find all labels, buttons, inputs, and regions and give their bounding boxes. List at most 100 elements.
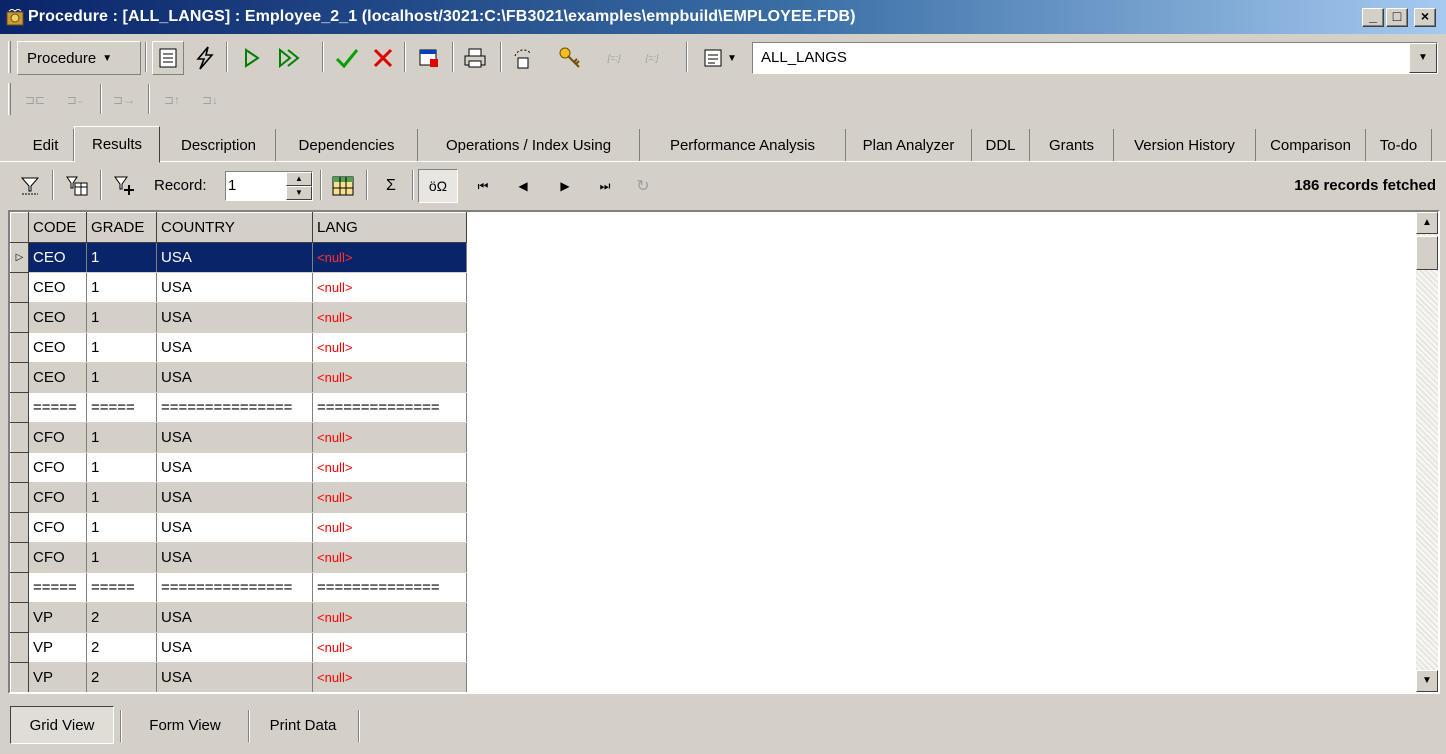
row-indicator[interactable] [10,362,29,393]
last-record-button[interactable]: ⏭ [592,169,618,203]
cell-country[interactable]: USA [156,632,313,663]
minimize-button[interactable]: _ [1362,8,1384,27]
cell-code[interactable]: ===== [28,392,87,423]
tab-comparison[interactable]: Comparison [1256,129,1366,161]
tab-ddl[interactable]: DDL [972,129,1030,161]
tab-description[interactable]: Description [162,129,276,161]
cell-grade[interactable]: 2 [86,602,157,633]
privileges-button[interactable] [552,41,588,75]
commit-button[interactable] [330,41,364,75]
table-row[interactable]: VP 2 USA <null> [10,632,467,663]
print-button[interactable] [458,41,492,75]
cell-grade[interactable]: 1 [86,302,157,333]
cell-grade[interactable]: 1 [86,542,157,573]
row-indicator[interactable] [10,392,29,423]
tab-grants[interactable]: Grants [1030,129,1114,161]
filter-button[interactable] [14,169,46,203]
cell-country[interactable]: USA [156,452,313,483]
row-indicator[interactable] [10,452,29,483]
cell-code[interactable]: CEO [28,362,87,393]
cell-grade[interactable]: 1 [86,422,157,453]
next-record-button[interactable]: ▶ [552,169,578,203]
table-row[interactable]: ===== ===== =============== ============== [10,392,467,423]
cell-country[interactable]: USA [156,242,313,273]
options-dropdown-button[interactable]: ▼ [694,41,746,75]
column-header-grade[interactable]: GRADE [86,212,157,243]
filter-panel-button[interactable] [60,169,94,203]
toolbar-grip[interactable] [8,83,11,115]
row-indicator[interactable] [10,422,29,453]
cell-lang[interactable]: <null> [312,272,467,303]
cell-country[interactable]: USA [156,482,313,513]
spin-up-icon[interactable]: ▲ [286,172,312,186]
cell-code[interactable]: CFO [28,422,87,453]
column-header-code[interactable]: CODE [28,212,87,243]
table-row[interactable]: CEO 1 USA <null> [10,332,467,363]
datetime-button[interactable] [412,41,446,75]
row-indicator[interactable] [10,662,29,692]
table-row[interactable]: CEO 1 USA <null> [10,302,467,333]
row-indicator[interactable] [10,632,29,663]
scroll-up-icon[interactable]: ▲ [1416,212,1438,234]
chevron-down-icon[interactable]: ▼ [1409,43,1437,73]
cell-country[interactable]: =============== [156,392,313,423]
cell-grade[interactable]: 1 [86,512,157,543]
rollback-button[interactable] [366,41,400,75]
grid-view-tab[interactable]: Grid View [10,706,114,744]
cell-lang[interactable]: <null> [312,482,467,513]
tab-dependencies[interactable]: Dependencies [276,129,418,161]
tab-operations-index-using[interactable]: Operations / Index Using [418,129,640,161]
table-row[interactable]: CFO 1 USA <null> [10,542,467,573]
cell-lang[interactable]: <null> [312,242,467,273]
export-button[interactable] [506,41,540,75]
table-row[interactable]: CFO 1 USA <null> [10,452,467,483]
cell-code[interactable]: CFO [28,452,87,483]
form-view-tab[interactable]: Form View [126,706,244,744]
run-step-button[interactable] [272,41,306,75]
cell-code[interactable]: CEO [28,332,87,363]
table-row[interactable]: CFO 1 USA <null> [10,422,467,453]
cell-code[interactable]: CEO [28,272,87,303]
spin-down-icon[interactable]: ▼ [286,186,312,200]
cell-grade[interactable]: ===== [86,572,157,603]
row-indicator[interactable] [10,272,29,303]
cell-grade[interactable]: 1 [86,242,157,273]
cell-country[interactable]: USA [156,332,313,363]
cell-grade[interactable]: 2 [86,632,157,663]
cell-lang[interactable]: <null> [312,362,467,393]
row-indicator[interactable]: ▷ [10,242,29,273]
tab-performance-analysis[interactable]: Performance Analysis [640,129,846,161]
remove-parameter-button[interactable]: ⊐₋ [56,83,94,117]
row-indicator[interactable] [10,482,29,513]
cell-country[interactable]: USA [156,662,313,692]
edit-mode-button[interactable] [152,41,184,75]
cell-code[interactable]: VP [28,632,87,663]
table-row[interactable]: VP 2 USA <null> [10,602,467,633]
cell-lang[interactable]: <null> [312,302,467,333]
cell-lang[interactable]: <null> [312,632,467,663]
disabled-fx2-button[interactable]: [=:] [636,41,668,75]
cell-country[interactable]: USA [156,602,313,633]
cell-code[interactable]: ===== [28,572,87,603]
cell-lang[interactable]: <null> [312,332,467,363]
cell-country[interactable]: USA [156,422,313,453]
cell-lang[interactable]: <null> [312,602,467,633]
cell-country[interactable]: USA [156,542,313,573]
cell-grade[interactable]: 1 [86,362,157,393]
row-indicator[interactable] [10,602,29,633]
cell-grade[interactable]: 1 [86,332,157,363]
record-number-input[interactable]: 1 ▲ ▼ [225,171,313,201]
row-indicator[interactable] [10,332,29,363]
column-header-lang[interactable]: LANG [312,212,467,243]
run-button[interactable] [236,41,268,75]
cell-lang[interactable]: <null> [312,662,467,692]
cell-code[interactable]: CFO [28,542,87,573]
charset-toggle-button[interactable]: öΩ [418,169,458,203]
maximize-button[interactable]: □ [1386,8,1408,27]
first-record-button[interactable]: ⏮ [470,169,496,203]
cell-code[interactable]: VP [28,602,87,633]
table-row[interactable]: CEO 1 USA <null> [10,272,467,303]
tab-version-history[interactable]: Version History [1114,129,1256,161]
scroll-down-icon[interactable]: ▼ [1416,670,1438,692]
row-indicator[interactable] [10,542,29,573]
